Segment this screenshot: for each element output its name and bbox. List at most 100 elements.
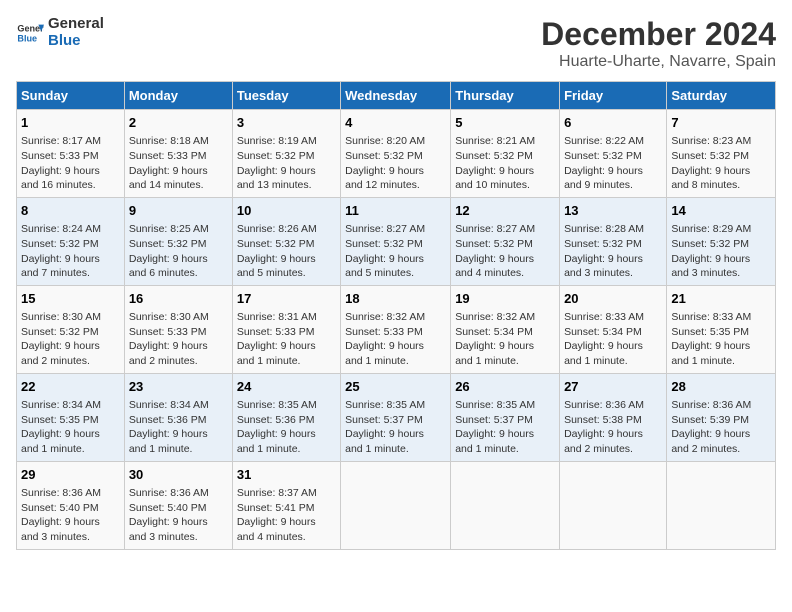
calendar-table: SundayMondayTuesdayWednesdayThursdayFrid…: [16, 81, 776, 550]
day-number: 13: [564, 202, 662, 220]
calendar-week-row: 22 Sunrise: 8:34 AM Sunset: 5:35 PM Dayli…: [17, 373, 776, 461]
day-number: 22: [21, 378, 120, 396]
calendar-cell: 3 Sunrise: 8:19 AM Sunset: 5:32 PM Daylig…: [232, 110, 340, 198]
day-info: Sunrise: 8:34 AM Sunset: 5:36 PM Dayligh…: [129, 398, 228, 457]
calendar-cell: 28 Sunrise: 8:36 AM Sunset: 5:39 PM Dayli…: [667, 373, 776, 461]
day-info: Sunrise: 8:27 AM Sunset: 5:32 PM Dayligh…: [455, 222, 555, 281]
day-number: 10: [237, 202, 336, 220]
calendar-col-header: Thursday: [451, 82, 560, 110]
calendar-cell: 30Sunrise: 8:36 AM Sunset: 5:40 PM Dayli…: [124, 461, 232, 549]
logo-general: General: [48, 16, 104, 33]
calendar-cell: [560, 461, 667, 549]
day-number: 5: [455, 114, 555, 132]
calendar-cell: 2 Sunrise: 8:18 AM Sunset: 5:33 PM Daylig…: [124, 110, 232, 198]
day-number: 21: [671, 290, 771, 308]
day-number: 15: [21, 290, 120, 308]
day-info: Sunrise: 8:23 AM Sunset: 5:32 PM Dayligh…: [671, 134, 771, 193]
day-info: Sunrise: 8:35 AM Sunset: 5:37 PM Dayligh…: [345, 398, 446, 457]
calendar-cell: 21 Sunrise: 8:33 AM Sunset: 5:35 PM Dayli…: [667, 285, 776, 373]
calendar-cell: 23 Sunrise: 8:34 AM Sunset: 5:36 PM Dayli…: [124, 373, 232, 461]
day-number: 26: [455, 378, 555, 396]
day-number: 23: [129, 378, 228, 396]
calendar-col-header: Sunday: [17, 82, 125, 110]
day-info: Sunrise: 8:17 AM Sunset: 5:33 PM Dayligh…: [21, 134, 120, 193]
calendar-cell: 15 Sunrise: 8:30 AM Sunset: 5:32 PM Dayli…: [17, 285, 125, 373]
day-number: 18: [345, 290, 446, 308]
day-info: Sunrise: 8:22 AM Sunset: 5:32 PM Dayligh…: [564, 134, 662, 193]
day-number: 9: [129, 202, 228, 220]
calendar-cell: [451, 461, 560, 549]
calendar-col-header: Monday: [124, 82, 232, 110]
calendar-cell: 31 Sunrise: 8:37 AM Sunset: 5:41 PM Dayli…: [232, 461, 340, 549]
calendar-cell: 25 Sunrise: 8:35 AM Sunset: 5:37 PM Dayli…: [341, 373, 451, 461]
day-info: Sunrise: 8:36 AM Sunset: 5:40 PM Dayligh…: [21, 486, 120, 545]
day-info: Sunrise: 8:20 AM Sunset: 5:32 PM Dayligh…: [345, 134, 446, 193]
calendar-cell: 16Sunrise: 8:30 AM Sunset: 5:33 PM Dayli…: [124, 285, 232, 373]
calendar-col-header: Wednesday: [341, 82, 451, 110]
day-number: 25: [345, 378, 446, 396]
day-info: Sunrise: 8:21 AM Sunset: 5:32 PM Dayligh…: [455, 134, 555, 193]
title-block: December 2024 Huarte-Uharte, Navarre, Sp…: [541, 16, 776, 71]
day-number: 11: [345, 202, 446, 220]
calendar-cell: 24Sunrise: 8:35 AM Sunset: 5:36 PM Dayli…: [232, 373, 340, 461]
page-header: General Blue General Blue December 2024 …: [16, 16, 776, 71]
calendar-cell: 13 Sunrise: 8:28 AM Sunset: 5:32 PM Dayli…: [560, 197, 667, 285]
page-subtitle: Huarte-Uharte, Navarre, Spain: [541, 53, 776, 71]
day-info: Sunrise: 8:33 AM Sunset: 5:34 PM Dayligh…: [564, 310, 662, 369]
calendar-week-row: 8 Sunrise: 8:24 AM Sunset: 5:32 PM Daylig…: [17, 197, 776, 285]
day-info: Sunrise: 8:35 AM Sunset: 5:37 PM Dayligh…: [455, 398, 555, 457]
day-number: 8: [21, 202, 120, 220]
day-info: Sunrise: 8:34 AM Sunset: 5:35 PM Dayligh…: [21, 398, 120, 457]
day-number: 7: [671, 114, 771, 132]
calendar-cell: [667, 461, 776, 549]
calendar-cell: 9 Sunrise: 8:25 AM Sunset: 5:32 PM Daylig…: [124, 197, 232, 285]
logo: General Blue General Blue: [16, 16, 104, 49]
day-info: Sunrise: 8:37 AM Sunset: 5:41 PM Dayligh…: [237, 486, 336, 545]
day-info: Sunrise: 8:26 AM Sunset: 5:32 PM Dayligh…: [237, 222, 336, 281]
day-info: Sunrise: 8:30 AM Sunset: 5:32 PM Dayligh…: [21, 310, 120, 369]
day-number: 3: [237, 114, 336, 132]
day-number: 28: [671, 378, 771, 396]
calendar-cell: 22 Sunrise: 8:34 AM Sunset: 5:35 PM Dayli…: [17, 373, 125, 461]
logo-blue: Blue: [48, 33, 104, 50]
calendar-col-header: Tuesday: [232, 82, 340, 110]
day-number: 20: [564, 290, 662, 308]
day-number: 14: [671, 202, 771, 220]
calendar-cell: 19 Sunrise: 8:32 AM Sunset: 5:34 PM Dayli…: [451, 285, 560, 373]
day-info: Sunrise: 8:33 AM Sunset: 5:35 PM Dayligh…: [671, 310, 771, 369]
calendar-cell: 11 Sunrise: 8:27 AM Sunset: 5:32 PM Dayli…: [341, 197, 451, 285]
page-title: December 2024: [541, 16, 776, 53]
day-info: Sunrise: 8:24 AM Sunset: 5:32 PM Dayligh…: [21, 222, 120, 281]
day-info: Sunrise: 8:36 AM Sunset: 5:40 PM Dayligh…: [129, 486, 228, 545]
day-info: Sunrise: 8:18 AM Sunset: 5:33 PM Dayligh…: [129, 134, 228, 193]
day-info: Sunrise: 8:31 AM Sunset: 5:33 PM Dayligh…: [237, 310, 336, 369]
calendar-cell: 5 Sunrise: 8:21 AM Sunset: 5:32 PM Daylig…: [451, 110, 560, 198]
calendar-cell: 4Sunrise: 8:20 AM Sunset: 5:32 PM Daylig…: [341, 110, 451, 198]
day-number: 1: [21, 114, 120, 132]
day-number: 27: [564, 378, 662, 396]
day-info: Sunrise: 8:29 AM Sunset: 5:32 PM Dayligh…: [671, 222, 771, 281]
day-info: Sunrise: 8:19 AM Sunset: 5:32 PM Dayligh…: [237, 134, 336, 193]
calendar-cell: 12Sunrise: 8:27 AM Sunset: 5:32 PM Dayli…: [451, 197, 560, 285]
day-number: 31: [237, 466, 336, 484]
calendar-body: 1 Sunrise: 8:17 AM Sunset: 5:33 PM Daylig…: [17, 110, 776, 550]
calendar-header-row: SundayMondayTuesdayWednesdayThursdayFrid…: [17, 82, 776, 110]
day-info: Sunrise: 8:32 AM Sunset: 5:34 PM Dayligh…: [455, 310, 555, 369]
day-info: Sunrise: 8:36 AM Sunset: 5:39 PM Dayligh…: [671, 398, 771, 457]
calendar-cell: 6 Sunrise: 8:22 AM Sunset: 5:32 PM Daylig…: [560, 110, 667, 198]
logo-icon: General Blue: [16, 19, 44, 47]
calendar-cell: [341, 461, 451, 549]
day-number: 16: [129, 290, 228, 308]
day-number: 2: [129, 114, 228, 132]
calendar-col-header: Saturday: [667, 82, 776, 110]
day-info: Sunrise: 8:32 AM Sunset: 5:33 PM Dayligh…: [345, 310, 446, 369]
day-info: Sunrise: 8:36 AM Sunset: 5:38 PM Dayligh…: [564, 398, 662, 457]
day-number: 19: [455, 290, 555, 308]
calendar-cell: 14 Sunrise: 8:29 AM Sunset: 5:32 PM Dayli…: [667, 197, 776, 285]
day-info: Sunrise: 8:35 AM Sunset: 5:36 PM Dayligh…: [237, 398, 336, 457]
calendar-cell: 8 Sunrise: 8:24 AM Sunset: 5:32 PM Daylig…: [17, 197, 125, 285]
day-number: 6: [564, 114, 662, 132]
day-info: Sunrise: 8:27 AM Sunset: 5:32 PM Dayligh…: [345, 222, 446, 281]
day-info: Sunrise: 8:25 AM Sunset: 5:32 PM Dayligh…: [129, 222, 228, 281]
day-info: Sunrise: 8:28 AM Sunset: 5:32 PM Dayligh…: [564, 222, 662, 281]
